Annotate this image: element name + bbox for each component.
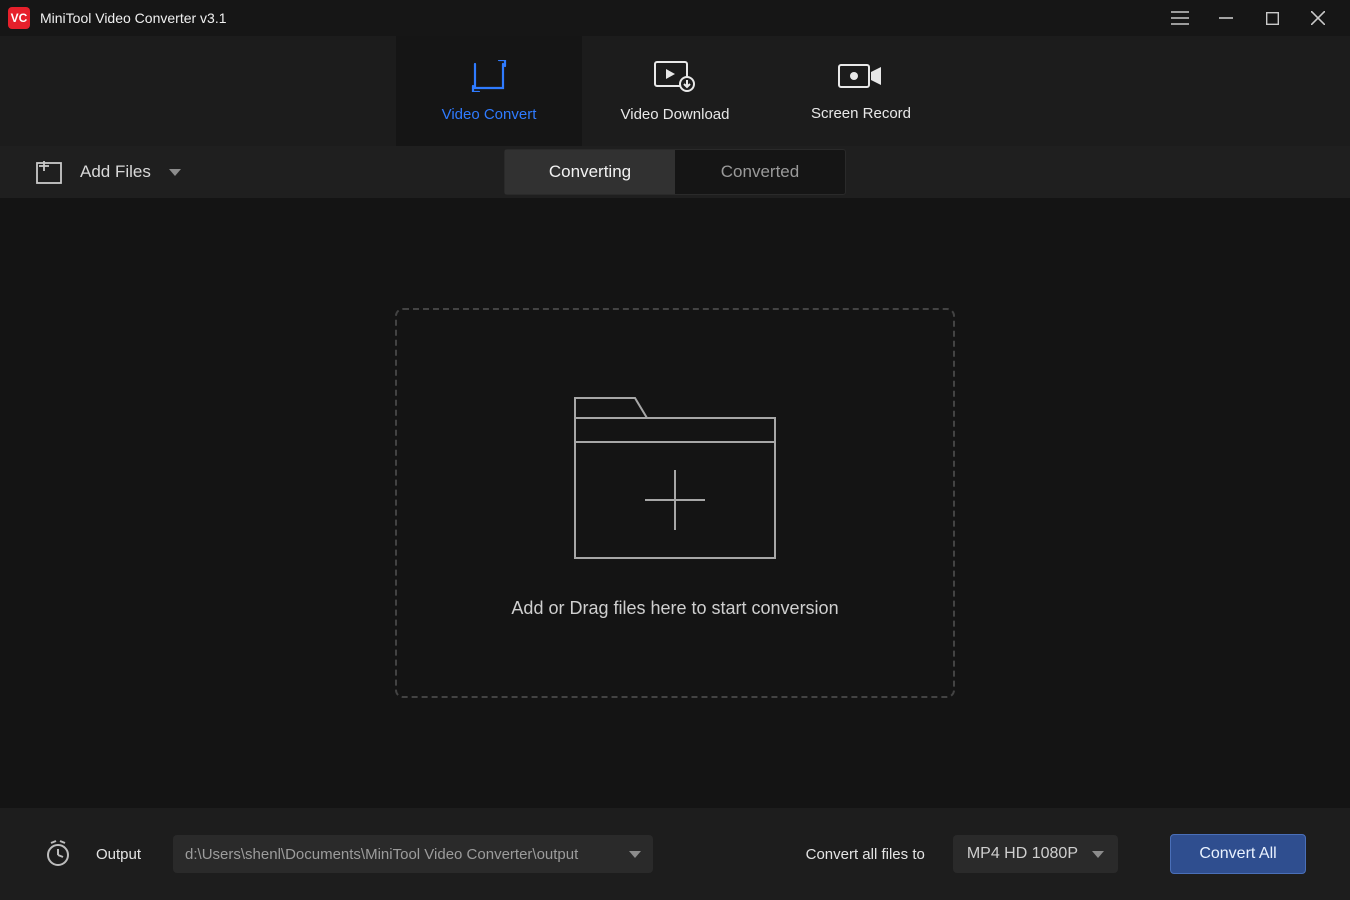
clock-icon[interactable]: [44, 840, 72, 868]
hamburger-icon: [1171, 11, 1189, 25]
dropzone-text: Add or Drag files here to start conversi…: [511, 598, 838, 619]
toolbar: Add Files Converting Converted: [0, 146, 1350, 198]
close-icon: [1311, 11, 1325, 25]
maximize-icon: [1266, 12, 1279, 25]
output-path-text: d:\Users\shenl\Documents\MiniTool Video …: [185, 846, 578, 863]
chevron-down-icon: [1092, 851, 1104, 858]
minimize-icon: [1219, 11, 1233, 25]
nav-label: Video Convert: [442, 106, 537, 123]
convert-button-label: Convert All: [1199, 845, 1276, 863]
video-download-icon: [653, 60, 697, 92]
add-files-label: Add Files: [80, 162, 151, 182]
chevron-down-icon: [629, 851, 641, 858]
convert-all-button[interactable]: Convert All: [1170, 834, 1306, 874]
convert-all-label: Convert all files to: [806, 846, 925, 863]
add-files-button[interactable]: Add Files: [36, 160, 181, 184]
subtab-group: Converting Converted: [504, 149, 846, 195]
app-logo: VC: [8, 7, 30, 29]
subtab-label: Converting: [549, 162, 631, 182]
chevron-down-icon: [169, 169, 181, 176]
main-nav: Video Convert Video Download Screen Reco…: [0, 36, 1350, 146]
output-label: Output: [96, 846, 141, 863]
nav-label: Video Download: [621, 106, 730, 123]
footer: Output d:\Users\shenl\Documents\MiniTool…: [0, 808, 1350, 900]
logo-text: VC: [11, 11, 28, 25]
screen-record-icon: [837, 61, 885, 91]
subtab-converting[interactable]: Converting: [505, 150, 675, 194]
output-path-selector[interactable]: d:\Users\shenl\Documents\MiniTool Video …: [173, 835, 653, 873]
video-convert-icon: [469, 60, 509, 92]
add-file-icon: [36, 160, 62, 184]
menu-button[interactable]: [1170, 8, 1190, 28]
main-area: Add or Drag files here to start conversi…: [0, 198, 1350, 808]
nav-tab-video-convert[interactable]: Video Convert: [396, 36, 582, 146]
subtab-converted[interactable]: Converted: [675, 150, 845, 194]
format-selected-text: MP4 HD 1080P: [967, 845, 1078, 863]
nav-label: Screen Record: [811, 105, 911, 122]
maximize-button[interactable]: [1262, 8, 1282, 28]
titlebar-left: VC MiniTool Video Converter v3.1: [8, 7, 227, 29]
app-window: VC MiniTool Video Converter v3.1: [0, 0, 1350, 900]
nav-tab-video-download[interactable]: Video Download: [582, 36, 768, 146]
dropzone[interactable]: Add or Drag files here to start conversi…: [395, 308, 955, 698]
close-button[interactable]: [1308, 8, 1328, 28]
folder-add-icon: [565, 388, 785, 568]
minimize-button[interactable]: [1216, 8, 1236, 28]
app-title: MiniTool Video Converter v3.1: [40, 10, 227, 26]
subtab-label: Converted: [721, 162, 799, 182]
output-format-selector[interactable]: MP4 HD 1080P: [953, 835, 1118, 873]
nav-tab-screen-record[interactable]: Screen Record: [768, 36, 954, 146]
window-controls: [1170, 8, 1342, 28]
titlebar: VC MiniTool Video Converter v3.1: [0, 0, 1350, 36]
